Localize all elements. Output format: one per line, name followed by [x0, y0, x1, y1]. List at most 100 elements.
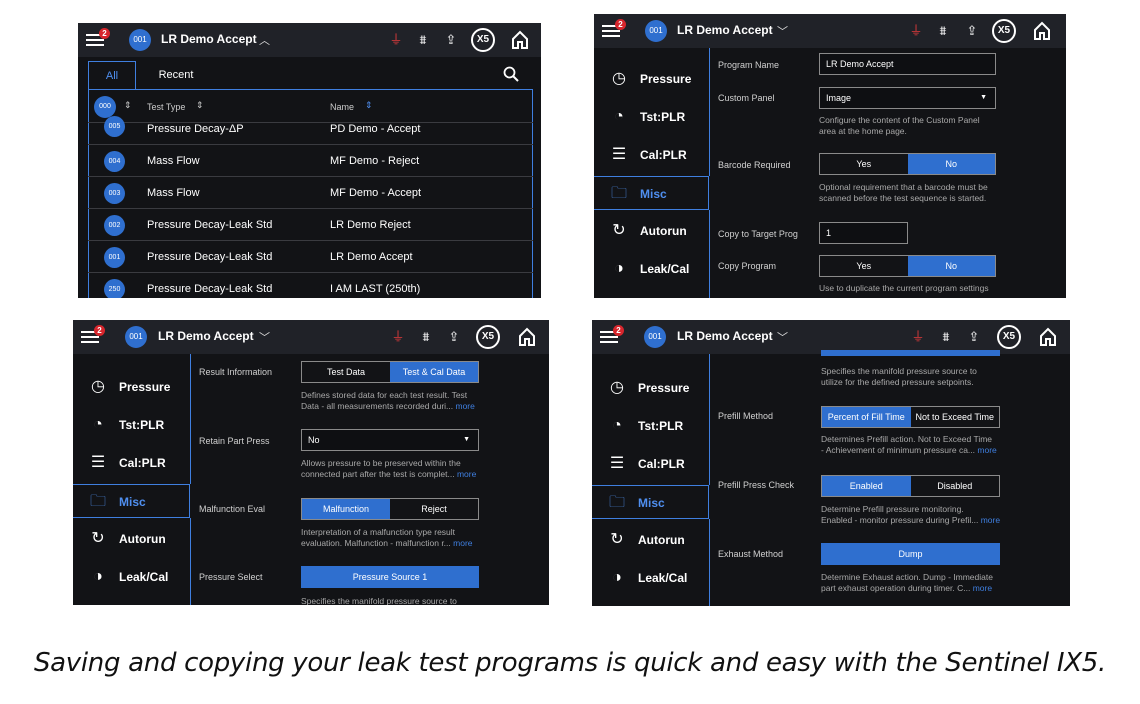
menu-icon[interactable]: 2	[600, 325, 624, 346]
more-link[interactable]: more	[453, 538, 472, 548]
network-icon[interactable]: ⩩	[414, 31, 432, 49]
valve-icon[interactable]: ⏚	[389, 328, 407, 346]
table-row[interactable]: 003 Mass Flow MF Demo - Accept	[88, 177, 533, 209]
clock-icon: ◷	[91, 378, 105, 395]
table-row[interactable]: 001 Pressure Decay-Leak Std LR Demo Acce…	[88, 241, 533, 273]
chevron-down-icon[interactable]: ﹀	[777, 329, 788, 345]
export-icon[interactable]: ⇪	[963, 22, 981, 40]
pressure-source-button[interactable]: Pressure Source 1	[301, 566, 479, 588]
enabled-option[interactable]: Enabled	[822, 476, 911, 496]
dump-button[interactable]: Dump	[821, 543, 1000, 565]
copy-yes[interactable]: Yes	[820, 256, 908, 276]
col-test-type[interactable]: Test Type	[147, 102, 185, 112]
sidebar-item-tst-plr[interactable]: ◔ Tst:PLR	[592, 409, 709, 443]
export-icon[interactable]: ⇪	[965, 328, 983, 346]
valve-icon[interactable]: ⏚	[907, 22, 925, 40]
export-icon[interactable]: ⇪	[442, 31, 460, 49]
top-bar: 2 001 LR Demo Accept ﹀ ⏚ ⩩ ⇪ X5	[592, 320, 1070, 354]
test-data-option[interactable]: Test Data	[302, 362, 390, 382]
x5-icon[interactable]: X5	[476, 325, 500, 349]
home-icon[interactable]	[1038, 326, 1058, 348]
tab-recent[interactable]: Recent	[146, 61, 206, 89]
sidebar-item-tst-plr[interactable]: ◔ Tst:PLR	[73, 408, 190, 442]
result-info-toggle[interactable]: Test Data Test & Cal Data	[301, 361, 479, 383]
home-icon[interactable]	[510, 29, 530, 51]
malfunction-option[interactable]: Malfunction	[302, 499, 390, 519]
tab-all[interactable]: All	[88, 61, 136, 89]
x5-icon[interactable]: X5	[997, 325, 1021, 349]
sort-icon[interactable]: ⇕	[124, 100, 132, 111]
table-row[interactable]: 002 Pressure Decay-Leak Std LR Demo Reje…	[88, 209, 533, 241]
menu-icon[interactable]: 2	[81, 325, 105, 346]
sidebar-item-autorun[interactable]: ↻ Autorun	[594, 214, 709, 248]
barcode-no[interactable]: No	[907, 154, 995, 174]
barcode-yes[interactable]: Yes	[820, 154, 908, 174]
sidebar-item-autorun[interactable]: ↻ Autorun	[73, 522, 190, 556]
sidebar-item-cal-plr[interactable]: ☰ Cal:PLR	[594, 138, 709, 172]
sidebar-item-cal-plr[interactable]: ☰ Cal:PLR	[592, 447, 709, 481]
disabled-option[interactable]: Disabled	[911, 476, 1000, 496]
chevron-down-icon[interactable]: ﹀	[777, 23, 788, 39]
home-icon[interactable]	[1032, 20, 1052, 42]
reject-option[interactable]: Reject	[390, 499, 478, 519]
program-name[interactable]: LR Demo Accept	[677, 329, 773, 343]
menu-icon[interactable]: 2	[602, 19, 626, 40]
retain-select[interactable]: No ▼	[301, 429, 479, 451]
percent-fill-option[interactable]: Percent of Fill Time	[822, 407, 911, 427]
malfunction-toggle[interactable]: Malfunction Reject	[301, 498, 479, 520]
export-icon[interactable]: ⇪	[445, 328, 463, 346]
sidebar-item-pressure[interactable]: ◷ Pressure	[73, 370, 190, 404]
network-icon[interactable]: ⩩	[934, 22, 952, 40]
search-icon[interactable]	[503, 66, 519, 82]
more-link[interactable]: more	[973, 583, 992, 593]
sidebar-item-cal-plr[interactable]: ☰ Cal:PLR	[73, 446, 190, 480]
prefill-check-toggle[interactable]: Enabled Disabled	[821, 475, 1000, 497]
network-icon[interactable]: ⩩	[937, 328, 955, 346]
copy-no[interactable]: No	[907, 256, 995, 276]
sort-test-type-icon[interactable]: ⇕	[196, 100, 204, 111]
more-link[interactable]: more	[981, 515, 1000, 525]
more-link[interactable]: more	[456, 401, 475, 411]
barcode-desc: Optional requirement that a barcode must…	[819, 182, 988, 203]
more-link[interactable]: more	[977, 445, 996, 455]
col-name[interactable]: Name	[330, 102, 354, 112]
sidebar-divider	[709, 519, 710, 606]
test-cal-data-option[interactable]: Test & Cal Data	[390, 362, 478, 382]
sidebar-item-leak-cal[interactable]: ◑ Leak/Cal	[592, 561, 709, 595]
sidebar-item-tst-plr[interactable]: ◔ Tst:PLR	[594, 100, 709, 134]
sidebar-item-leak-cal[interactable]: ◑ Leak/Cal	[594, 252, 709, 286]
copy-program-toggle[interactable]: Yes No	[819, 255, 996, 277]
not-exceed-option[interactable]: Not to Exceed Time	[911, 407, 1000, 427]
pressure-source-button-partial[interactable]	[821, 350, 1000, 356]
program-name[interactable]: LR Demo Accept	[158, 329, 254, 343]
sidebar-item-misc[interactable]: 🗀 Misc	[73, 484, 190, 518]
copy-target-input[interactable]: 1	[819, 222, 908, 244]
sidebar-item-misc[interactable]: 🗀 Misc	[594, 176, 709, 210]
table-row[interactable]: 250 Pressure Decay-Leak Std I AM LAST (2…	[88, 273, 533, 298]
chevron-up-icon[interactable]: ︿	[259, 32, 270, 48]
sidebar-item-pressure[interactable]: ◷ Pressure	[594, 62, 709, 96]
x5-icon[interactable]: X5	[992, 19, 1016, 43]
sidebar-item-leak-cal[interactable]: ◑ Leak/Cal	[73, 560, 190, 594]
more-link[interactable]: more	[457, 469, 476, 479]
barcode-toggle[interactable]: Yes No	[819, 153, 996, 175]
x5-icon[interactable]: X5	[471, 28, 495, 52]
program-name[interactable]: LR Demo Accept	[677, 23, 773, 37]
valve-icon[interactable]: ⏚	[909, 328, 927, 346]
prefill-method-toggle[interactable]: Percent of Fill Time Not to Exceed Time	[821, 406, 1000, 428]
program-name-input[interactable]: LR Demo Accept	[819, 53, 996, 75]
sidebar-item-misc[interactable]: 🗀 Misc	[592, 485, 709, 519]
program-name[interactable]: LR Demo Accept	[161, 32, 257, 46]
network-icon[interactable]: ⩩	[417, 328, 435, 346]
table-row[interactable]: 004 Mass Flow MF Demo - Reject	[88, 145, 533, 177]
custom-panel-select[interactable]: Image ▼	[819, 87, 996, 109]
chevron-down-icon[interactable]: ﹀	[259, 329, 270, 345]
table-row[interactable]: 005 Pressure Decay-ΔP PD Demo - Accept	[88, 114, 533, 145]
malfunction-label: Malfunction Eval	[199, 504, 266, 514]
sidebar-item-autorun[interactable]: ↻ Autorun	[592, 523, 709, 557]
menu-icon[interactable]: 2	[86, 28, 110, 49]
valve-icon[interactable]: ⏚	[387, 31, 405, 49]
sort-name-icon[interactable]: ⇕	[365, 100, 373, 111]
sidebar-item-pressure[interactable]: ◷ Pressure	[592, 371, 709, 405]
home-icon[interactable]	[517, 326, 537, 348]
